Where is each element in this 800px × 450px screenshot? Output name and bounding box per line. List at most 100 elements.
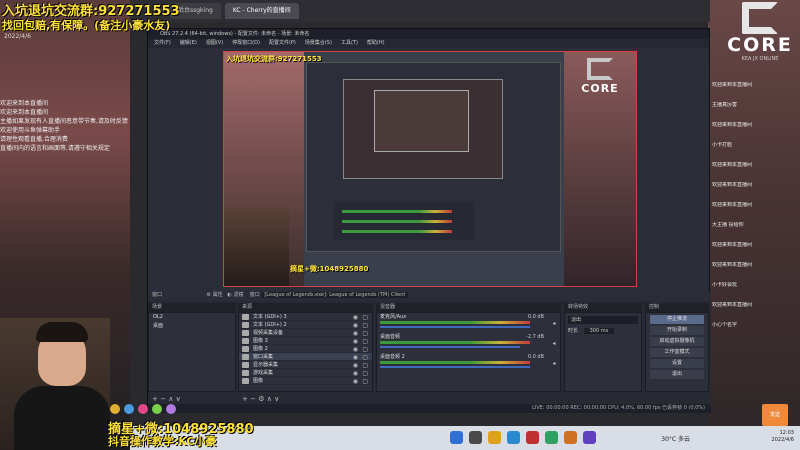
source-item[interactable]: 文本 (GDI+) 2 ◉ ▢ [239, 321, 372, 329]
menu-help[interactable]: 帮助(H) [367, 39, 385, 48]
mixer-channel: 桌面音频 2 0.0 dB 🔊︎ [377, 353, 560, 373]
exit-button[interactable]: 退出 [650, 370, 704, 379]
source-item[interactable]: 游戏采集 ◉ ▢ [239, 369, 372, 377]
chat-message: 欢迎来到本直播间 [712, 242, 753, 248]
core-logo: CORE KEA JX ONLINE [722, 2, 798, 62]
filter-icon[interactable]: ◐ [227, 292, 231, 298]
menu-scene-collection[interactable]: 场景集合(S) [305, 39, 332, 48]
source-item[interactable]: 视频采集设备 ◉ ▢ [239, 329, 372, 337]
chat-message: 主播如果发现有人直播间恶意带节奏,请及时反馈 [0, 118, 128, 125]
preview-mixer-mirror [334, 202, 474, 240]
preview-core-logo: CORE [570, 58, 630, 95]
folder-icon[interactable] [488, 431, 501, 444]
gift-strip [110, 404, 176, 414]
stop-streaming-button[interactable]: 停止推流 [650, 315, 704, 324]
add-icon[interactable]: + [152, 395, 158, 403]
core-logo-sub: KEA JX ONLINE [741, 56, 779, 62]
left-chat-panel: 欢迎来到本直播间 欢迎来到本直播间 主播如果发现有人直播间恶意带节奏,请及时反馈… [0, 100, 128, 154]
obs-icon[interactable] [526, 431, 539, 444]
app-icon[interactable] [564, 431, 577, 444]
source-name: 游戏采集 [253, 370, 274, 376]
chat-message: 欢迎来到本直播间 [712, 82, 753, 88]
gift-icon[interactable] [110, 404, 120, 414]
send-button[interactable]: 发送 [762, 404, 788, 426]
down-icon[interactable]: ∨ [274, 395, 279, 403]
menu-file[interactable]: 文件(F) [154, 39, 171, 48]
gift-icon[interactable] [124, 404, 134, 414]
right-chat-panel: 欢迎来到本直播间 主播真厉害 欢迎来到本直播间 小卡打脸 欢迎来到本直播间 欢迎… [712, 82, 798, 342]
source-name: 图像 3 [253, 338, 268, 344]
source-item[interactable]: 图像 3 ◉ ▢ [239, 337, 372, 345]
scenes-toolbar: + − ∧ ∨ [152, 395, 181, 403]
speaker-icon[interactable]: 🔊︎ [553, 341, 556, 347]
chat-message: 欢迎来到本直播间 [0, 100, 49, 107]
transition-select[interactable]: 淡出 [568, 316, 638, 324]
up-icon[interactable]: ∧ [168, 395, 173, 403]
source-item[interactable]: 图像 2 ◉ ▢ [239, 345, 372, 353]
chat-message: 欢迎来到本直播间 [712, 182, 753, 188]
app-icon[interactable] [583, 431, 596, 444]
source-item[interactable]: 图像 ◉ ▢ [239, 377, 372, 385]
remove-icon[interactable]: − [250, 395, 256, 403]
gift-icon[interactable] [152, 404, 162, 414]
eye-icon[interactable]: ◉ [353, 378, 358, 386]
gear-icon[interactable]: ⚙ [207, 292, 211, 298]
menu-docks[interactable]: 停靠窗口(D) [232, 39, 260, 48]
add-icon[interactable]: + [242, 395, 248, 403]
scene-item[interactable]: 桌面 [149, 321, 235, 330]
chat-message: 欢迎来到本直播间 [0, 109, 49, 116]
controls-dock-title: 控制 [645, 303, 709, 312]
preview-overlay-text: 入坑退坑交流群:927271553 [226, 55, 322, 63]
scene-item[interactable]: OL2 [149, 313, 235, 321]
taskbar-clock[interactable]: 12:03 2022/4/6 [772, 430, 794, 444]
properties-button[interactable]: 属性 [213, 292, 223, 298]
menu-view[interactable]: 视图(V) [206, 39, 223, 48]
menu-edit[interactable]: 编辑(E) [180, 39, 197, 48]
scenes-list: OL2 桌面 [148, 312, 236, 392]
volume-slider[interactable] [380, 346, 520, 348]
browser-tab-active[interactable]: KC - Cherry的直播间 [224, 3, 299, 19]
preview-meter [342, 220, 452, 223]
duration-input[interactable]: 300 ms [583, 328, 615, 334]
virtual-camera-button[interactable]: 启动虚拟摄像机 [650, 337, 704, 346]
gift-icon[interactable] [166, 404, 176, 414]
source-item[interactable]: 显示器采集 ◉ ▢ [239, 361, 372, 369]
search-icon[interactable] [469, 431, 482, 444]
chat-message: 欢迎来到本直播间 [712, 262, 753, 268]
filters-button[interactable]: 滤镜 [233, 292, 243, 298]
window-select-value[interactable]: [League of Legends.exe]: League of Legen… [261, 292, 409, 298]
gift-icon[interactable] [138, 404, 148, 414]
overlay-guarantee-text: 找回包赔,有保障。(备注小豪水友) [2, 19, 171, 32]
obs-docks: 窗口 ⚙ 属性 ◐ 滤镜 窗口 [League of Legends.exe]:… [148, 291, 711, 413]
down-icon[interactable]: ∨ [176, 395, 181, 403]
clock-date: 2022/4/6 [771, 437, 794, 443]
volume-slider[interactable] [380, 366, 530, 368]
studio-mode-button[interactable]: 工作室模式 [650, 348, 704, 357]
lock-icon[interactable]: ▢ [362, 378, 368, 386]
obs-preview-canvas[interactable]: CORE 入坑退坑交流群:927271553 摘星+微:1048925880 [223, 51, 637, 287]
chat-message: 主播真厉害 [712, 102, 738, 108]
app-icon[interactable] [545, 431, 558, 444]
speaker-icon[interactable]: 🔊︎ [553, 361, 556, 367]
source-item[interactable]: 文本 (GDI+) 3 ◉ ▢ [239, 313, 372, 321]
settings-button[interactable]: 设置 [650, 359, 704, 368]
start-icon[interactable] [450, 431, 463, 444]
preview-webcam [224, 207, 289, 286]
mixer-channel: 麦克风/Aux 0.0 dB 🔊︎ [377, 313, 560, 333]
speaker-icon[interactable]: 🔊︎ [553, 321, 556, 327]
start-recording-button[interactable]: 开始录制 [650, 326, 704, 335]
gear-icon[interactable]: ⚙ [258, 395, 264, 403]
menu-profile[interactable]: 配置文件(P) [269, 39, 296, 48]
gamepad-icon [242, 370, 249, 376]
remove-icon[interactable]: − [160, 395, 166, 403]
browser-icon[interactable] [507, 431, 520, 444]
weather-widget[interactable]: 30°C 多云 [661, 434, 690, 443]
obs-menu-bar: 文件(F) 编辑(E) 视图(V) 停靠窗口(D) 配置文件(P) 场景集合(S… [148, 39, 709, 48]
core-logo-icon [587, 58, 613, 80]
menu-tools[interactable]: 工具(T) [341, 39, 358, 48]
source-name: 图像 2 [253, 346, 268, 352]
core-logo-icon [742, 2, 778, 34]
source-item-selected[interactable]: 窗口采集 ◉ ▢ [239, 353, 372, 361]
volume-slider[interactable] [380, 326, 530, 328]
up-icon[interactable]: ∧ [267, 395, 272, 403]
